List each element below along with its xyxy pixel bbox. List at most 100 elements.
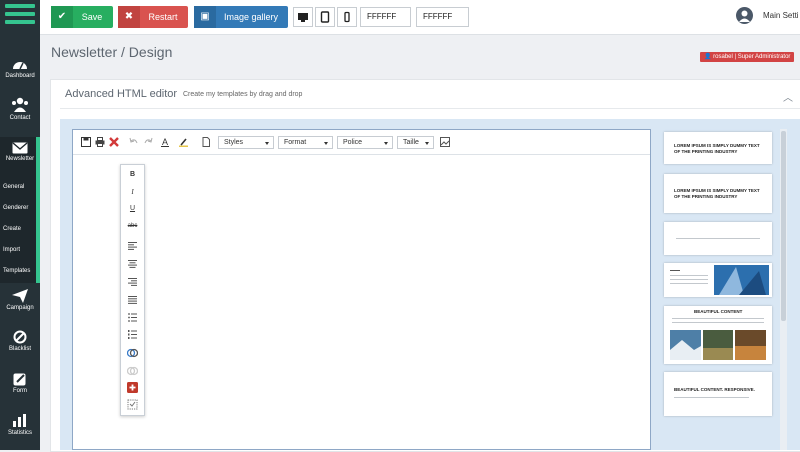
sidebar-item-label: Campaign (6, 305, 34, 311)
template-thumbnail[interactable]: BEAUTIFUL CONTENT. RESPONSIVE. (664, 372, 772, 416)
sidebar-item-campaign[interactable]: Campaign (0, 289, 40, 311)
user-icon: 👤 (704, 54, 714, 60)
save-icon[interactable] (81, 137, 91, 147)
template-thumbnail[interactable]: LOREM IPSUM IS SIMPLY DUMMY TEXT OF THE … (664, 132, 772, 164)
chevron-up-icon[interactable]: ︿ (783, 89, 793, 104)
redo-icon[interactable] (143, 137, 153, 147)
sidebar-item-label: Contact (9, 115, 31, 121)
color-field-1[interactable]: FFFFFF (360, 7, 411, 27)
mobile-view-button[interactable] (337, 7, 357, 27)
sidebar-item-newsletter[interactable]: Newsletter (0, 142, 40, 162)
template-thumbnail[interactable] (664, 222, 772, 255)
desktop-icon (298, 13, 308, 22)
envelope-icon (12, 142, 28, 154)
image-icon: ▣ (194, 6, 216, 28)
size-select[interactable]: Taille (397, 136, 434, 149)
sidebar-subitem-import[interactable]: Import (0, 247, 40, 253)
text-line (672, 322, 764, 323)
text-line (670, 279, 708, 280)
sidebar-item-label: Dashboard (5, 73, 35, 79)
users-icon (12, 97, 28, 112)
template-list: LOREM IPSUM IS SIMPLY DUMMY TEXT OF THE … (660, 129, 780, 450)
text-color-icon[interactable]: A (161, 137, 171, 147)
paper-plane-icon (12, 289, 28, 303)
svg-text:A: A (162, 137, 168, 147)
italic-button[interactable]: I (121, 188, 144, 196)
divider (60, 108, 800, 109)
user-menu[interactable]: Main Setti (763, 11, 799, 20)
scrollbar-thumb[interactable] (781, 131, 786, 321)
print-icon[interactable] (95, 137, 105, 147)
image-icon[interactable] (440, 137, 450, 147)
format-select[interactable]: Format (278, 136, 333, 149)
sidebar-item-contact[interactable]: Contact (0, 97, 40, 121)
sidebar-subitem-templates[interactable]: Templates (0, 268, 40, 274)
text-line (676, 238, 760, 239)
tablet-icon (320, 11, 330, 23)
building-image (714, 265, 769, 295)
sidebar-item-statistics[interactable]: Statistics (0, 414, 40, 436)
align-right-icon[interactable] (128, 278, 137, 286)
template-title: BEAUTIFUL CONTENT. RESPONSIVE. (674, 387, 755, 392)
ban-icon (13, 330, 27, 344)
link-icon[interactable] (127, 348, 138, 358)
align-center-icon[interactable] (128, 260, 137, 268)
template-title: LOREM IPSUM IS SIMPLY DUMMY TEXT OF THE … (674, 143, 760, 154)
sidebar-subitem-create[interactable]: Create (0, 226, 40, 232)
undo-icon[interactable] (129, 137, 139, 147)
text-line (674, 397, 749, 398)
font-select[interactable]: Police (337, 136, 393, 149)
template-title: LOREM IPSUM IS SIMPLY DUMMY TEXT OF THE … (674, 188, 760, 199)
highlight-color-icon[interactable] (179, 137, 189, 147)
panel-title: Advanced HTML editor (65, 88, 178, 100)
tablet-view-button[interactable] (315, 7, 335, 27)
unlink-icon[interactable] (127, 366, 138, 376)
sidebar-item-dashboard[interactable]: Dashboard (0, 57, 40, 79)
numbered-list-icon[interactable] (128, 330, 137, 339)
justify-icon[interactable] (128, 296, 137, 304)
image-gallery-button[interactable]: ▣ Image gallery (194, 6, 288, 28)
template-thumbnail[interactable]: LOREM IPSUM IS SIMPLY DUMMY TEXT OF THE … (664, 174, 772, 213)
add-block-icon[interactable] (127, 382, 138, 393)
restart-button[interactable]: ✖ Restart (118, 6, 188, 28)
sidebar-subitem-general[interactable]: General (0, 184, 40, 190)
template-thumbnail[interactable]: BEAUTIFUL CONTENT (664, 306, 772, 364)
bold-button[interactable]: B (121, 171, 144, 178)
editor-toolbar: A Styles Format Police Taille (73, 131, 650, 155)
desktop-view-button[interactable] (293, 7, 313, 27)
sidebar-subitem-genderer[interactable]: Genderer (0, 205, 40, 211)
source-code-icon[interactable] (127, 399, 138, 410)
format-toolbar: B I U abc (120, 164, 145, 416)
text-line (672, 318, 764, 319)
mobile-icon (344, 11, 350, 23)
role-badge-text: rosabel | Super Administrator (713, 54, 791, 60)
styles-select[interactable]: Styles (218, 136, 274, 149)
dashboard-icon (13, 62, 27, 70)
strikethrough-button[interactable]: abc (121, 223, 144, 229)
menu-icon[interactable] (5, 4, 35, 26)
underline-button[interactable]: U (121, 205, 144, 212)
close-icon: ✖ (118, 6, 140, 28)
save-button[interactable]: ✔ Save (51, 6, 113, 28)
align-left-icon[interactable] (128, 242, 137, 250)
sidebar-item-blacklist[interactable]: Blacklist (0, 330, 40, 352)
edit-icon (13, 373, 26, 386)
role-badge: 👤 rosabel | Super Administrator (700, 52, 795, 62)
text-line (670, 270, 680, 271)
color-field-2[interactable]: FFFFFF (416, 7, 469, 27)
delete-icon[interactable] (109, 137, 119, 147)
html-editor-canvas[interactable] (72, 129, 651, 450)
landscape-images (670, 330, 766, 360)
check-icon: ✔ (51, 6, 73, 28)
sidebar-item-label: Form (13, 388, 27, 394)
bar-chart-icon (13, 414, 26, 427)
document-icon[interactable] (201, 137, 211, 147)
page-title: Newsletter / Design (51, 44, 173, 60)
sidebar-item-label: Statistics (7, 430, 32, 436)
bullet-list-icon[interactable] (128, 313, 137, 322)
template-thumbnail[interactable] (664, 263, 772, 297)
sidebar-item-form[interactable]: Form (0, 372, 40, 394)
avatar[interactable] (736, 7, 753, 24)
text-line (670, 275, 708, 276)
text-line (670, 283, 708, 284)
